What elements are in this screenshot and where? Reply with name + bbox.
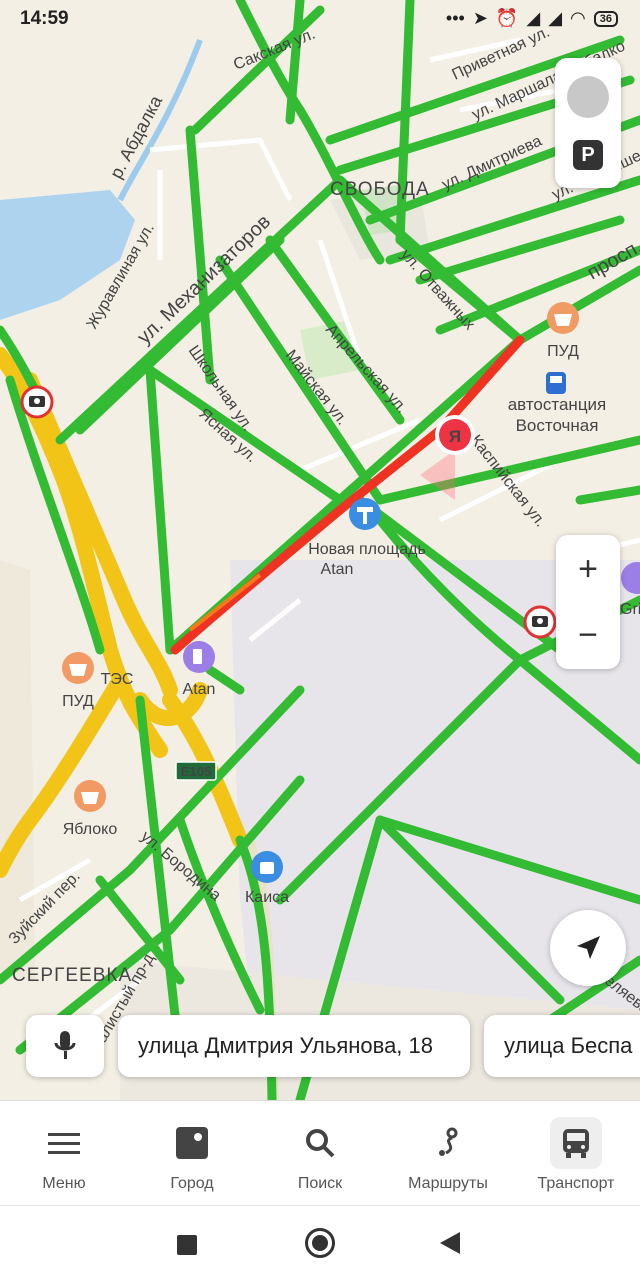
poi-label: ПУД bbox=[547, 343, 579, 360]
poi-label: Яблоко bbox=[63, 821, 118, 838]
tab-label: Маршруты bbox=[408, 1175, 488, 1193]
bus-icon bbox=[546, 372, 566, 394]
poi-label: автостанция bbox=[508, 395, 607, 414]
tab-city[interactable]: Город bbox=[128, 1101, 256, 1206]
map-canvas[interactable]: СВОБОДА СЕРГЕЕВКА р. Абдалка Сакская ул.… bbox=[0, 0, 640, 1100]
parking-button[interactable]: P bbox=[573, 140, 603, 170]
route-icon bbox=[422, 1117, 474, 1169]
tab-label: Транспорт bbox=[538, 1175, 615, 1193]
voice-search-button[interactable] bbox=[26, 1015, 104, 1077]
search-suggestion[interactable]: улица Беспа bbox=[484, 1015, 640, 1077]
tab-search[interactable]: Поиск bbox=[256, 1101, 384, 1206]
microphone-icon bbox=[52, 1029, 78, 1063]
highway-badge-label: E105 bbox=[181, 764, 211, 779]
android-nav-bar bbox=[0, 1205, 640, 1281]
signal-r-icon: ◢ bbox=[548, 8, 562, 29]
search-suggestion-text: улица Дмитрия Ульянова, 18 bbox=[138, 1033, 433, 1059]
tab-transport[interactable]: Транспорт bbox=[512, 1101, 640, 1206]
highway-badge: E105 bbox=[176, 762, 216, 780]
location-arrow-icon: ➤ bbox=[473, 8, 488, 29]
tab-label: Поиск bbox=[298, 1175, 342, 1193]
status-icons: ••• ➤ ⏰ ◢ ◢ ◠ 36 bbox=[446, 8, 618, 29]
tab-routes[interactable]: Маршруты bbox=[384, 1101, 512, 1206]
poi-label: Atan bbox=[183, 681, 216, 698]
navigation-arrow-icon bbox=[573, 933, 603, 963]
back-button[interactable] bbox=[440, 1232, 460, 1254]
basket-icon bbox=[62, 652, 94, 684]
battery-icon: 36 bbox=[594, 11, 618, 27]
camera-icon bbox=[22, 387, 52, 417]
traffic-layer-icon[interactable] bbox=[567, 76, 609, 118]
bus-icon bbox=[550, 1117, 602, 1169]
tab-label: Меню bbox=[42, 1175, 85, 1193]
zoom-out-button[interactable]: − bbox=[578, 602, 598, 668]
home-dot-icon bbox=[312, 1235, 328, 1251]
poi-label: Каиса bbox=[245, 889, 289, 906]
bottom-tab-bar: Меню Город Поиск Маршруты Транспорт bbox=[0, 1100, 640, 1206]
hammer-icon bbox=[349, 498, 381, 530]
poi-label: Gri bbox=[620, 601, 640, 618]
poi-label: ТЭС bbox=[101, 671, 134, 688]
menu-icon bbox=[38, 1117, 90, 1169]
search-icon bbox=[294, 1117, 346, 1169]
poi-label: Новая площадь bbox=[308, 541, 426, 558]
tab-menu[interactable]: Меню bbox=[0, 1101, 128, 1206]
status-bar: 14:59 ••• ➤ ⏰ ◢ ◢ ◠ 36 bbox=[0, 0, 640, 40]
fuel-icon bbox=[183, 641, 215, 673]
my-location-button[interactable] bbox=[550, 910, 626, 986]
dots-icon: ••• bbox=[446, 8, 465, 29]
camera-icon bbox=[525, 607, 555, 637]
home-button[interactable] bbox=[305, 1228, 335, 1258]
zoom-controls: + − bbox=[556, 535, 620, 669]
signal-r-icon: ◢ bbox=[526, 8, 540, 29]
city-icon bbox=[166, 1117, 218, 1169]
district-label: СЕРГЕЕВКА bbox=[12, 965, 132, 986]
layers-panel: P bbox=[555, 58, 621, 188]
basket-icon bbox=[74, 780, 106, 812]
alarm-icon: ⏰ bbox=[496, 8, 518, 29]
poi-label: Atan bbox=[321, 561, 354, 578]
district-label: СВОБОДА bbox=[330, 179, 430, 200]
map-view[interactable]: СВОБОДА СЕРГЕЕВКА р. Абдалка Сакская ул.… bbox=[0, 0, 640, 1100]
shopping-bag-icon bbox=[251, 851, 283, 883]
search-suggestion-text: улица Беспа bbox=[504, 1033, 632, 1059]
poi-label: ПУД bbox=[62, 693, 94, 710]
tab-label: Город bbox=[170, 1175, 213, 1193]
wifi-icon: ◠ bbox=[570, 8, 586, 29]
basket-icon bbox=[547, 302, 579, 334]
status-time: 14:59 bbox=[20, 8, 69, 30]
recent-apps-button[interactable] bbox=[177, 1235, 197, 1255]
location-marker-label: Я bbox=[449, 427, 461, 446]
zoom-in-button[interactable]: + bbox=[578, 536, 598, 602]
poi-label: Восточная bbox=[516, 416, 599, 435]
search-suggestion[interactable]: улица Дмитрия Ульянова, 18 bbox=[118, 1015, 470, 1077]
